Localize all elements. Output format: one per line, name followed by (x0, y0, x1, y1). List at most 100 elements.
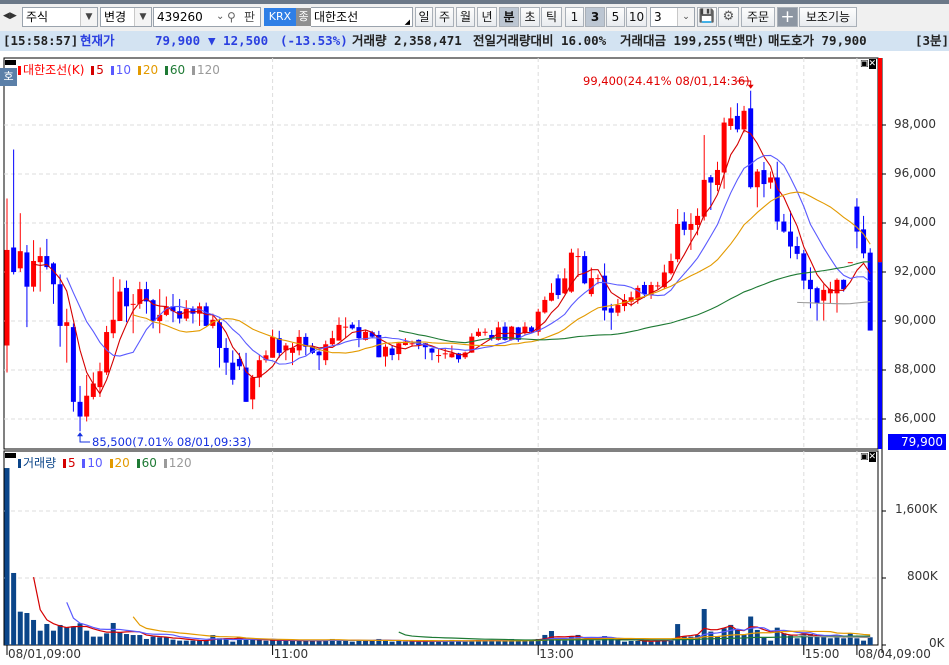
candle-body (316, 351, 322, 356)
volume-bar (296, 640, 302, 645)
volume-bar (615, 639, 621, 645)
current-price-tag: 79,900 (888, 434, 946, 450)
candle-body (70, 327, 76, 402)
volume-bar (349, 641, 355, 645)
volume-bar (110, 622, 116, 645)
candle-body (548, 292, 554, 301)
volume-bar (396, 640, 402, 645)
volume-bar (57, 624, 63, 645)
candle-body (130, 303, 136, 305)
candle-body (343, 326, 349, 328)
volume-bar (748, 616, 754, 645)
candle-body (256, 360, 262, 378)
time-tick-label: 08/01,09:00 (8, 647, 81, 661)
volume-bar (290, 640, 296, 645)
close-icon[interactable]: ✕ (868, 59, 877, 69)
volume-bar (183, 640, 189, 645)
volume-bar (781, 633, 787, 645)
volume-bar (416, 641, 422, 645)
volume-bar (841, 638, 847, 645)
volume-bar (44, 623, 50, 645)
candle-body (475, 331, 481, 336)
candle-body (4, 249, 10, 346)
volume-bar (635, 640, 641, 645)
volume-bar (150, 636, 156, 645)
volume-bar (343, 640, 349, 645)
candle-body (542, 299, 548, 313)
candle-body (230, 362, 236, 380)
volume-bar (741, 634, 747, 645)
candle-body (801, 253, 807, 281)
candle-body (807, 279, 813, 290)
volume-bar (675, 624, 681, 645)
legend-volume: 거래량 (23, 456, 57, 470)
volume-bar (90, 636, 96, 645)
maximize-icon[interactable]: ▣ (860, 452, 869, 462)
candle-body (436, 355, 442, 357)
volume-bar (263, 640, 269, 645)
volume-bar (867, 637, 873, 645)
candle-body (748, 108, 754, 188)
candle-body (608, 308, 614, 313)
volume-bar (64, 627, 70, 645)
candle-body (223, 347, 229, 363)
candle-body (329, 338, 335, 345)
volume-bar (595, 640, 601, 645)
volume-bar (130, 635, 136, 645)
volume-bar (303, 640, 309, 645)
stock-chart[interactable] (0, 0, 949, 665)
volume-bar (11, 572, 17, 645)
volume-bar (276, 640, 282, 645)
prev-close-up-strip (878, 58, 882, 263)
price-tick-label: 90,000 (894, 313, 936, 327)
legend-ma10: 10 (115, 63, 131, 77)
volume-bar (50, 630, 56, 645)
prev-close-down-strip (878, 262, 882, 449)
volume-bar (170, 639, 176, 645)
candle-body (641, 284, 647, 295)
candle-body (695, 215, 701, 225)
volume-bar (436, 641, 442, 645)
candle-body (409, 343, 415, 345)
volume-bar (389, 641, 395, 645)
candle-body (77, 401, 83, 417)
candle-body (708, 177, 714, 183)
volume-bar (794, 638, 800, 645)
volume-bar (283, 640, 289, 645)
candle-body (595, 278, 601, 280)
candle-body (270, 336, 276, 358)
legend-ma60: 60 (169, 63, 186, 77)
volume-bar (24, 613, 30, 645)
volume-tick-label: 800K (907, 569, 938, 583)
volume-bar (462, 641, 468, 645)
candle-body (64, 322, 70, 326)
close-icon[interactable]: ✕ (868, 452, 877, 462)
maximize-icon[interactable]: ▣ (860, 59, 869, 69)
legend-stock: 대한조선(K) (23, 63, 85, 77)
volume-bar (243, 639, 249, 645)
volume-bar (734, 629, 740, 645)
candle-body (482, 331, 488, 333)
candle-body (442, 353, 448, 355)
candle-body (396, 343, 402, 355)
candle-body (721, 122, 727, 173)
volume-pane-controls: ▣✕ (860, 452, 877, 462)
candle-body (349, 324, 355, 329)
candle-body (57, 284, 63, 326)
volume-bar (768, 640, 774, 645)
candle-body (668, 260, 674, 274)
volume-bar (163, 637, 169, 645)
volume-bar (827, 638, 833, 645)
time-tick-label: 11:00 (273, 647, 309, 661)
volume-bar (197, 640, 203, 645)
candle-body (97, 371, 103, 388)
time-tick-label: 15:00 (804, 647, 840, 661)
volume-bar (117, 632, 123, 645)
candle-body (834, 279, 840, 294)
candle-body (734, 115, 740, 130)
volume-bar (588, 639, 594, 645)
candle-body (24, 252, 30, 287)
candle-body (11, 247, 17, 272)
candle-body (356, 327, 362, 339)
volume-bar (622, 641, 628, 645)
